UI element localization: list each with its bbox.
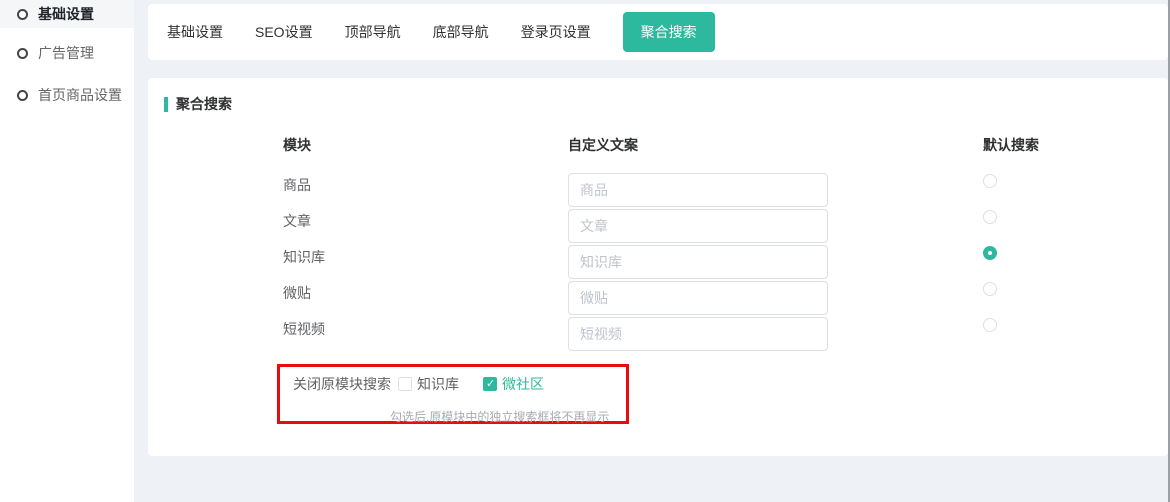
sidebar-item-label: 广告管理 — [38, 43, 94, 63]
default-search-radio[interactable] — [983, 318, 997, 332]
title-accent-bar-icon — [164, 97, 168, 112]
table-row: 知识库 — [283, 245, 1043, 281]
tab-aggregate-search[interactable]: 聚合搜索 — [623, 12, 715, 52]
sidebar-item-ad-management[interactable]: 广告管理 — [0, 39, 134, 67]
column-header-default-search: 默认搜索 — [983, 135, 1043, 155]
circle-icon — [17, 48, 28, 59]
column-header-module: 模块 — [283, 135, 568, 155]
table-row: 文章 — [283, 209, 1043, 245]
table-row: 商品 — [283, 173, 1043, 209]
sidebar: 基础设置 广告管理 首页商品设置 — [0, 0, 134, 502]
sidebar-item-label: 首页商品设置 — [38, 85, 122, 105]
module-label: 文章 — [283, 211, 568, 231]
tab-top-nav[interactable]: 顶部导航 — [345, 22, 401, 42]
custom-text-input[interactable] — [568, 317, 828, 351]
circle-icon — [17, 90, 28, 101]
main-panel: 聚合搜索 模块 自定义文案 默认搜索 商品 文章 知识库 微贴 短 — [148, 78, 1168, 456]
sidebar-item-basic-settings[interactable]: 基础设置 — [0, 0, 134, 28]
close-module-search-row: 关闭原模块搜索 知识库 微社区 — [293, 372, 544, 396]
module-label: 短视频 — [283, 319, 568, 339]
custom-text-input[interactable] — [568, 173, 828, 207]
tab-login-page-settings[interactable]: 登录页设置 — [521, 22, 591, 42]
custom-text-input[interactable] — [568, 281, 828, 315]
section-title: 聚合搜索 — [164, 94, 232, 114]
table-header-row: 模块 自定义文案 默认搜索 — [283, 127, 1043, 163]
custom-text-input[interactable] — [568, 209, 828, 243]
module-label: 商品 — [283, 175, 568, 195]
checkbox-label: 知识库 — [417, 374, 459, 394]
table-row: 短视频 — [283, 317, 1043, 353]
close-module-search-hint: 勾选后,原模块中的独立搜索框将不再显示 — [390, 408, 609, 425]
circle-icon — [17, 9, 28, 20]
tab-bottom-nav[interactable]: 底部导航 — [433, 22, 489, 42]
checkbox-label: 微社区 — [502, 374, 544, 394]
module-label: 知识库 — [283, 247, 568, 267]
checkbox-icon — [483, 377, 497, 391]
default-search-radio[interactable] — [983, 210, 997, 224]
custom-text-input[interactable] — [568, 245, 828, 279]
default-search-radio[interactable] — [983, 282, 997, 296]
sidebar-item-label: 基础设置 — [38, 4, 94, 24]
tab-basic-settings[interactable]: 基础设置 — [167, 22, 223, 42]
section-title-text: 聚合搜索 — [176, 94, 232, 114]
close-module-search-label: 关闭原模块搜索 — [293, 374, 391, 394]
checkbox-icon — [398, 377, 412, 391]
settings-tabbar: 基础设置 SEO设置 顶部导航 底部导航 登录页设置 聚合搜索 — [148, 4, 1168, 60]
module-label: 微贴 — [283, 283, 568, 303]
checkbox-micro-community[interactable]: 微社区 — [483, 374, 544, 394]
sidebar-item-home-product-settings[interactable]: 首页商品设置 — [0, 81, 134, 109]
column-header-custom-text: 自定义文案 — [568, 135, 983, 155]
checkbox-knowledge-base[interactable]: 知识库 — [398, 374, 459, 394]
table-row: 微贴 — [283, 281, 1043, 317]
default-search-radio[interactable] — [983, 246, 997, 260]
tab-seo-settings[interactable]: SEO设置 — [255, 22, 313, 42]
default-search-radio[interactable] — [983, 174, 997, 188]
aggregate-search-table: 模块 自定义文案 默认搜索 商品 文章 知识库 微贴 短视频 — [283, 127, 1043, 353]
